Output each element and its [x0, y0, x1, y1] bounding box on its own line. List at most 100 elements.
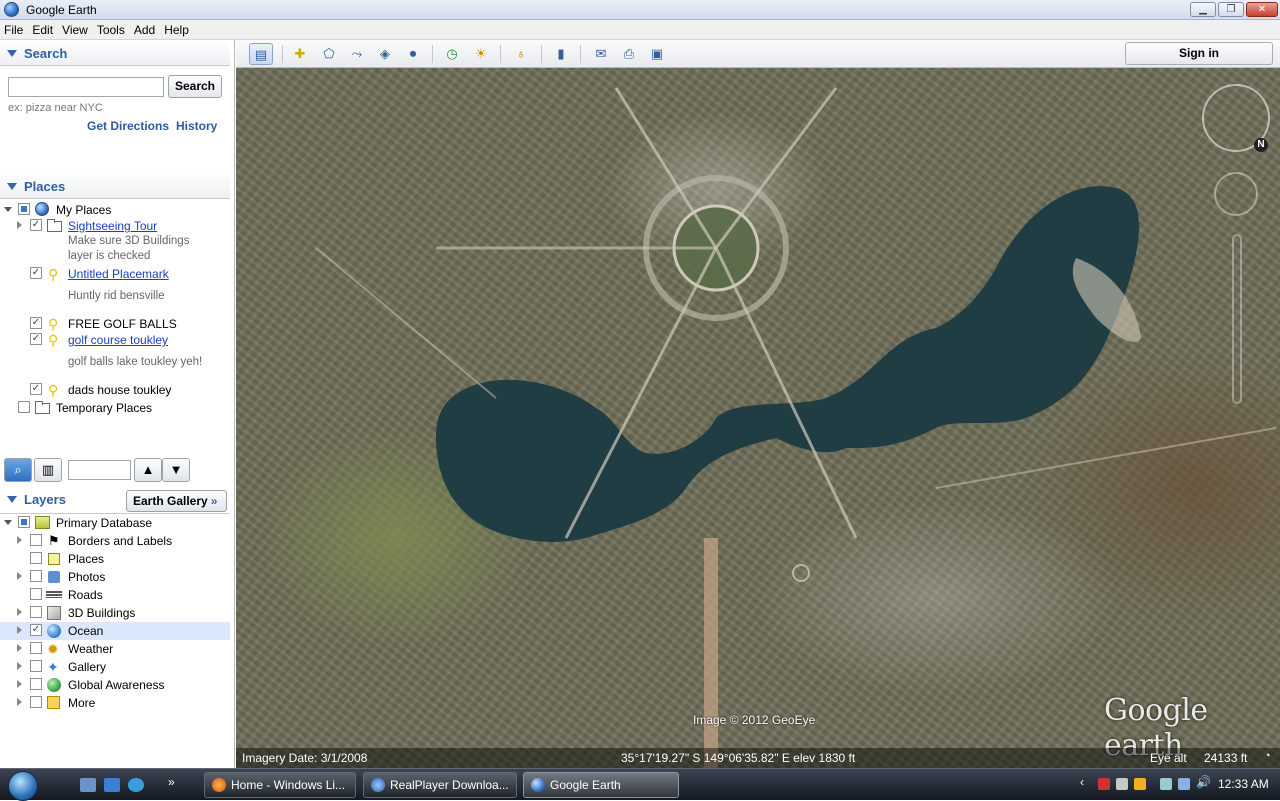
collapse-arrow-icon[interactable]: [4, 207, 12, 212]
checkbox[interactable]: [30, 219, 42, 231]
panel-toggle-button[interactable]: ▥: [34, 458, 62, 482]
checkbox[interactable]: [30, 267, 42, 279]
quick-launch-more-icon[interactable]: »: [168, 775, 184, 789]
layer-more[interactable]: More: [0, 694, 230, 712]
layer-3d-buildings[interactable]: 3D Buildings: [0, 604, 230, 622]
placemark-icon[interactable]: ✚: [288, 43, 312, 65]
maximize-button[interactable]: ❐: [1218, 2, 1244, 17]
ruler-icon[interactable]: ▮: [549, 43, 573, 65]
clock[interactable]: 12:33 AM: [1218, 777, 1269, 791]
earth-gallery-button[interactable]: Earth Gallery»: [126, 490, 227, 512]
zoom-slider[interactable]: [1232, 234, 1242, 404]
checkbox[interactable]: [30, 333, 42, 345]
tray-power-icon[interactable]: [1160, 778, 1172, 790]
print-icon[interactable]: ⎙: [617, 43, 641, 65]
sunlight-icon[interactable]: ☀: [469, 43, 493, 65]
checkbox[interactable]: [30, 678, 42, 690]
checkbox[interactable]: [30, 624, 42, 636]
start-button[interactable]: [8, 771, 38, 801]
checkbox[interactable]: [30, 317, 42, 329]
history-link[interactable]: History: [176, 119, 217, 133]
internet-explorer-icon[interactable]: [128, 778, 144, 792]
search-button[interactable]: Search: [168, 75, 222, 98]
layer-ocean[interactable]: Ocean: [0, 622, 230, 640]
expand-arrow-icon[interactable]: [17, 680, 22, 688]
menu-view[interactable]: View: [58, 20, 93, 37]
move-up-button[interactable]: ▲: [134, 458, 162, 482]
move-joystick[interactable]: [1214, 172, 1258, 216]
expand-arrow-icon[interactable]: [17, 221, 22, 229]
tray-expand-icon[interactable]: ‹: [1080, 775, 1092, 789]
places-panel-header[interactable]: Places: [0, 175, 230, 199]
search-panel-header[interactable]: Search: [0, 42, 230, 66]
places-item-label[interactable]: Untitled Placemark: [68, 267, 169, 281]
navigation-controls[interactable]: N: [1196, 76, 1276, 416]
places-filter-input[interactable]: [68, 460, 131, 480]
places-item-label[interactable]: Sightseeing Tour: [68, 219, 157, 233]
checkbox[interactable]: [30, 606, 42, 618]
checkbox[interactable]: [30, 696, 42, 708]
tray-device-icon[interactable]: [1116, 778, 1128, 790]
layer-photos[interactable]: Photos: [0, 568, 230, 586]
collapse-arrow-icon[interactable]: [4, 520, 12, 525]
checkbox[interactable]: [30, 588, 42, 600]
places-item-label[interactable]: golf course toukley: [68, 333, 168, 347]
expand-arrow-icon[interactable]: [17, 626, 22, 634]
places-item-sightseeing-tour[interactable]: Sightseeing Tour: [0, 217, 230, 235]
taskbar-item-firefox[interactable]: Home - Windows Li...: [204, 772, 356, 798]
map-view[interactable]: N Image © 2012 GeoEye Google earth Image…: [236, 68, 1280, 768]
menu-edit[interactable]: Edit: [28, 20, 58, 37]
menu-help[interactable]: Help: [160, 20, 194, 37]
menu-file[interactable]: File: [0, 20, 28, 37]
image-overlay-icon[interactable]: ◈: [373, 43, 397, 65]
taskbar-item-realplayer[interactable]: RealPlayer Downloa...: [363, 772, 517, 798]
layers-panel-header[interactable]: Layers: [0, 488, 124, 512]
show-desktop-icon[interactable]: [80, 778, 96, 792]
save-image-icon[interactable]: ▣: [645, 43, 669, 65]
checkbox[interactable]: [30, 552, 42, 564]
switch-windows-icon[interactable]: [104, 778, 120, 792]
move-down-button[interactable]: ▼: [162, 458, 190, 482]
layer-global-awareness[interactable]: Global Awareness: [0, 676, 230, 694]
checkbox[interactable]: [30, 383, 42, 395]
tray-app-icon[interactable]: [1134, 778, 1146, 790]
expand-arrow-icon[interactable]: [17, 572, 22, 580]
checkbox[interactable]: [18, 203, 30, 215]
layer-primary-database[interactable]: Primary Database: [0, 514, 230, 532]
menu-tools[interactable]: Tools: [93, 20, 130, 37]
tray-volume-icon[interactable]: 🔊: [1196, 775, 1211, 789]
checkbox[interactable]: [30, 570, 42, 582]
layer-gallery[interactable]: ✦ Gallery: [0, 658, 230, 676]
historical-imagery-icon[interactable]: ◷: [440, 43, 464, 65]
expand-arrow-icon[interactable]: [17, 698, 22, 706]
get-directions-link[interactable]: Get Directions: [87, 119, 169, 133]
expand-arrow-icon[interactable]: [17, 536, 22, 544]
checkbox[interactable]: [18, 401, 30, 413]
checkbox[interactable]: [18, 516, 30, 528]
planets-icon[interactable]: ♁: [509, 43, 533, 65]
layer-roads[interactable]: Roads: [0, 586, 230, 604]
checkbox[interactable]: [30, 534, 42, 546]
places-item-untitled-placemark[interactable]: ⚲ Untitled Placemark: [0, 265, 230, 283]
layer-borders-and-labels[interactable]: ⚑ Borders and Labels: [0, 532, 230, 550]
taskbar-item-google-earth[interactable]: Google Earth: [523, 772, 679, 798]
sign-in-button[interactable]: Sign in: [1125, 42, 1273, 65]
minimize-button[interactable]: ▁: [1190, 2, 1216, 17]
tray-security-icon[interactable]: [1098, 778, 1110, 790]
expand-arrow-icon[interactable]: [17, 608, 22, 616]
record-tour-icon[interactable]: ⏺: [401, 43, 425, 65]
places-item-dads-house-toukley[interactable]: ⚲ dads house toukley: [0, 381, 230, 399]
expand-arrow-icon[interactable]: [17, 644, 22, 652]
places-item-temporary-places[interactable]: Temporary Places: [0, 399, 230, 417]
search-places-button[interactable]: ⌕: [4, 458, 32, 482]
checkbox[interactable]: [30, 642, 42, 654]
email-icon[interactable]: ✉: [589, 43, 613, 65]
tray-network-icon[interactable]: [1178, 778, 1190, 790]
layer-weather[interactable]: ✹ Weather: [0, 640, 230, 658]
menu-add[interactable]: Add: [130, 20, 160, 37]
expand-arrow-icon[interactable]: [17, 662, 22, 670]
checkbox[interactable]: [30, 660, 42, 672]
close-button[interactable]: ✕: [1246, 2, 1278, 17]
north-compass-icon[interactable]: N: [1254, 138, 1268, 152]
layer-places[interactable]: Places: [0, 550, 230, 568]
